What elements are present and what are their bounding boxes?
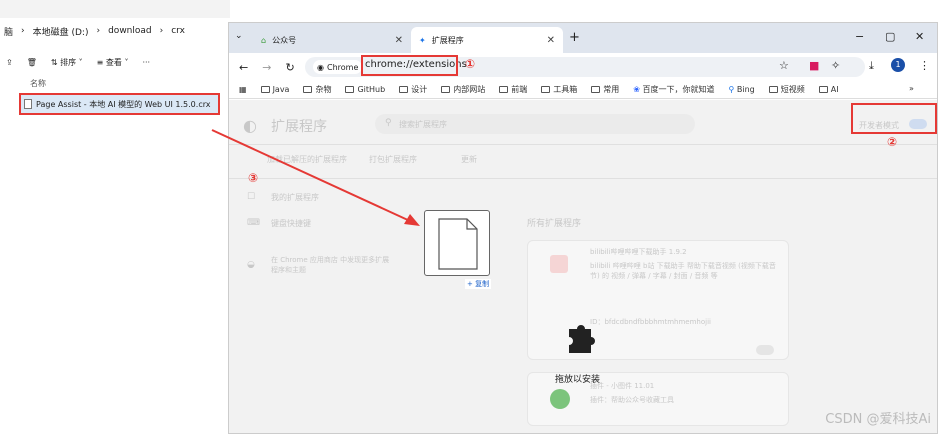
annotation-arrow: [211, 129, 420, 226]
screenshot-root: 脑 › 本地磁盘 (D:) › download › crx ⇪ 🗑 ⇅ 排序 …: [0, 0, 948, 434]
